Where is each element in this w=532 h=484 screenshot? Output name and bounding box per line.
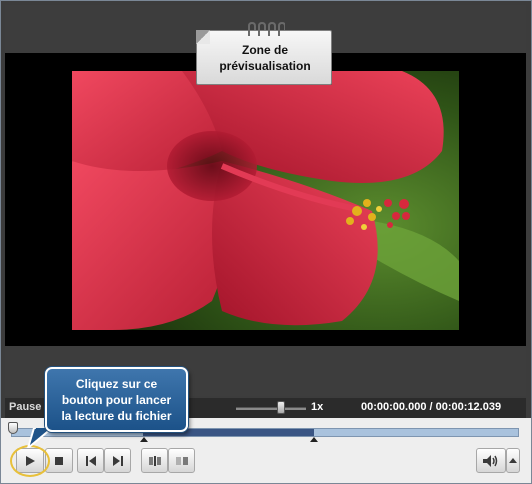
speed-slider-track[interactable] <box>236 407 306 410</box>
playback-state: Pause <box>9 401 42 413</box>
play-hint-line1: Cliquez sur ce <box>75 377 158 391</box>
note-folded-corner <box>196 30 210 44</box>
preview-zone-label: Zone de prévisualisation <box>210 42 320 74</box>
spiral-rings-icon <box>248 22 285 36</box>
play-button-highlight-ring <box>10 445 50 477</box>
stop-icon <box>55 456 63 465</box>
play-hint-line2: bouton pour lancer <box>61 393 172 407</box>
timeline-playhead[interactable] <box>8 422 18 434</box>
next-frame-icon <box>112 455 123 466</box>
side-by-side-button[interactable] <box>168 448 195 473</box>
side-by-side-icon <box>175 456 188 465</box>
speed-value: 1x <box>311 401 324 413</box>
previous-frame-icon <box>85 455 96 466</box>
preview-zone-callout: Zone de prévisualisation <box>196 22 332 85</box>
speed-slider-thumb[interactable] <box>277 401 285 414</box>
hibiscus-illustration <box>72 71 459 330</box>
time-separator: / <box>429 401 433 413</box>
play-hint-text: Cliquez sur ce bouton pour lancer la lec… <box>51 376 182 424</box>
selection-end-marker[interactable] <box>310 437 318 442</box>
preview-image-hibiscus <box>72 71 459 330</box>
volume-dropdown-icon <box>509 457 517 463</box>
play-button-tooltip: Cliquez sur ce bouton pour lancer la lec… <box>45 367 188 432</box>
selection-start-marker[interactable] <box>140 437 148 442</box>
next-frame-button[interactable] <box>104 448 131 473</box>
volume-dropdown-button[interactable] <box>506 448 520 473</box>
play-hint-line3: la lecture du fichier <box>61 409 172 423</box>
volume-button[interactable] <box>476 448 506 473</box>
preview-zone-label-line1: Zone de <box>241 43 288 57</box>
split-view-button[interactable] <box>141 448 168 473</box>
preview-zone-label-line2: prévisualisation <box>219 59 311 73</box>
total-time: 00:00:12.039 <box>435 401 502 413</box>
volume-icon <box>483 454 498 467</box>
time-display: 00:00:00.000 / 00:00:12.039 <box>361 401 501 413</box>
previous-frame-button[interactable] <box>77 448 104 473</box>
split-view-icon <box>148 455 161 466</box>
current-time: 00:00:00.000 <box>361 401 427 413</box>
